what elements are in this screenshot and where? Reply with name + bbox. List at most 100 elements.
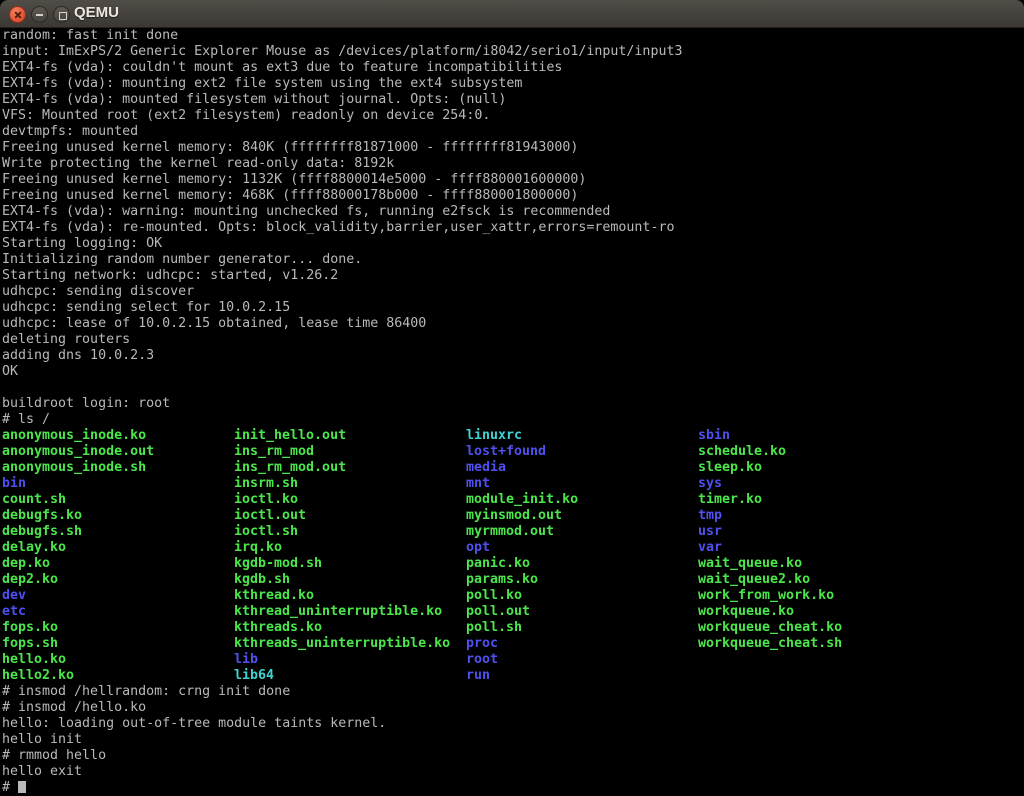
ls-output-row: hello2.kolib64run	[2, 668, 1024, 684]
terminal-line: Initializing random number generator... …	[2, 252, 1024, 268]
file-entry: anonymous_inode.ko	[2, 428, 234, 444]
file-entry: kgdb-mod.sh	[234, 556, 466, 572]
window-titlebar[interactable]: QEMU	[0, 0, 1024, 28]
terminal-line: devtmpfs: mounted	[2, 124, 1024, 140]
terminal-cursor	[18, 781, 26, 793]
terminal-line: Write protecting the kernel read-only da…	[2, 156, 1024, 172]
file-entry: wait_queue2.ko	[698, 572, 810, 588]
file-entry: insrm.sh	[234, 476, 466, 492]
terminal-line: hello: loading out-of-tree module taints…	[2, 716, 1024, 732]
file-entry: kthreads.ko	[234, 620, 466, 636]
file-entry: dep2.ko	[2, 572, 234, 588]
file-entry: bin	[2, 476, 234, 492]
file-entry: kthread_uninterruptible.ko	[234, 604, 466, 620]
file-entry: count.sh	[2, 492, 234, 508]
file-entry: timer.ko	[698, 492, 762, 508]
minimize-icon	[36, 14, 43, 16]
terminal-line: deleting routers	[2, 332, 1024, 348]
terminal-line: buildroot login: root	[2, 396, 1024, 412]
terminal-line: EXT4-fs (vda): re-mounted. Opts: block_v…	[2, 220, 1024, 236]
file-entry: proc	[466, 636, 698, 652]
terminal-line: adding dns 10.0.2.3	[2, 348, 1024, 364]
file-entry: init_hello.out	[234, 428, 466, 444]
file-entry: lib64	[234, 668, 466, 684]
terminal-line: udhcpc: lease of 10.0.2.15 obtained, lea…	[2, 316, 1024, 332]
ls-output-row: count.shioctl.komodule_init.kotimer.ko	[2, 492, 1024, 508]
terminal-line: EXT4-fs (vda): mounted filesystem withou…	[2, 92, 1024, 108]
ls-output-row: devkthread.kopoll.kowork_from_work.ko	[2, 588, 1024, 604]
terminal-line: Freeing unused kernel memory: 840K (ffff…	[2, 140, 1024, 156]
qemu-window: QEMU random: fast init doneinput: ImExPS…	[0, 0, 1024, 796]
terminal-line: Freeing unused kernel memory: 1132K (fff…	[2, 172, 1024, 188]
terminal-line: EXT4-fs (vda): mounting ext2 file system…	[2, 76, 1024, 92]
terminal-line: Starting logging: OK	[2, 236, 1024, 252]
file-entry: hello2.ko	[2, 668, 234, 684]
file-entry: irq.ko	[234, 540, 466, 556]
file-entry: sleep.ko	[698, 460, 762, 476]
close-icon	[10, 7, 25, 22]
ls-output-row: fops.shkthreads_uninterruptible.koprocwo…	[2, 636, 1024, 652]
terminal-line: Starting network: udhcpc: started, v1.26…	[2, 268, 1024, 284]
ls-output-row: etckthread_uninterruptible.kopoll.outwor…	[2, 604, 1024, 620]
close-button[interactable]	[9, 6, 26, 23]
ls-output-row: bininsrm.shmntsys	[2, 476, 1024, 492]
file-entry: dep.ko	[2, 556, 234, 572]
file-entry: etc	[2, 604, 234, 620]
terminal-line: hello exit	[2, 764, 1024, 780]
ls-output-row: delay.koirq.kooptvar	[2, 540, 1024, 556]
maximize-icon	[59, 12, 67, 20]
file-entry: myinsmod.out	[466, 508, 698, 524]
file-entry: kthreads_uninterruptible.ko	[234, 636, 466, 652]
window-title: QEMU	[74, 4, 119, 21]
terminal-screen[interactable]: random: fast init doneinput: ImExPS/2 Ge…	[0, 28, 1024, 796]
file-entry: root	[466, 652, 498, 668]
file-entry: linuxrc	[466, 428, 698, 444]
ls-output-row: dep.kokgdb-mod.shpanic.kowait_queue.ko	[2, 556, 1024, 572]
file-entry: ioctl.out	[234, 508, 466, 524]
file-entry: kgdb.sh	[234, 572, 466, 588]
file-entry: poll.ko	[466, 588, 698, 604]
file-entry: dev	[2, 588, 234, 604]
file-entry: mnt	[466, 476, 698, 492]
file-entry: workqueue_cheat.ko	[698, 620, 842, 636]
terminal-line: EXT4-fs (vda): couldn't mount as ext3 du…	[2, 60, 1024, 76]
file-entry: ins_rm_mod.out	[234, 460, 466, 476]
terminal-line	[2, 380, 1024, 396]
terminal-line: # insmod /hellrandom: crng init done	[2, 684, 1024, 700]
terminal-line: OK	[2, 364, 1024, 380]
file-entry: anonymous_inode.out	[2, 444, 234, 460]
file-entry: work_from_work.ko	[698, 588, 834, 604]
file-entry: params.ko	[466, 572, 698, 588]
ls-output-row: debugfs.shioctl.shmyrmmod.outusr	[2, 524, 1024, 540]
terminal-line: Freeing unused kernel memory: 468K (ffff…	[2, 188, 1024, 204]
file-entry: anonymous_inode.sh	[2, 460, 234, 476]
file-entry: poll.out	[466, 604, 698, 620]
terminal-line: hello init	[2, 732, 1024, 748]
minimize-button[interactable]	[31, 6, 48, 23]
file-entry: ioctl.sh	[234, 524, 466, 540]
file-entry: wait_queue.ko	[698, 556, 802, 572]
file-entry: debugfs.sh	[2, 524, 234, 540]
file-entry: delay.ko	[2, 540, 234, 556]
ls-output-row: debugfs.koioctl.outmyinsmod.outtmp	[2, 508, 1024, 524]
file-entry: sys	[698, 476, 722, 492]
terminal-line: udhcpc: sending select for 10.0.2.15	[2, 300, 1024, 316]
ls-output-row: anonymous_inode.koinit_hello.outlinuxrcs…	[2, 428, 1024, 444]
terminal-line: random: fast init done	[2, 28, 1024, 44]
terminal-line: # rmmod hello	[2, 748, 1024, 764]
file-entry: ins_rm_mod	[234, 444, 466, 460]
ls-output-row: fops.kokthreads.kopoll.shworkqueue_cheat…	[2, 620, 1024, 636]
terminal-line: udhcpc: sending discover	[2, 284, 1024, 300]
file-entry: kthread.ko	[234, 588, 466, 604]
file-entry: opt	[466, 540, 698, 556]
file-entry: sbin	[698, 428, 730, 444]
terminal-line: EXT4-fs (vda): warning: mounting uncheck…	[2, 204, 1024, 220]
file-entry: usr	[698, 524, 722, 540]
file-entry: run	[466, 668, 490, 684]
file-entry: workqueue.ko	[698, 604, 794, 620]
terminal-line: input: ImExPS/2 Generic Explorer Mouse a…	[2, 44, 1024, 60]
terminal-line: # insmod /hello.ko	[2, 700, 1024, 716]
file-entry: lib	[234, 652, 466, 668]
file-entry: fops.ko	[2, 620, 234, 636]
maximize-button[interactable]	[53, 6, 70, 23]
